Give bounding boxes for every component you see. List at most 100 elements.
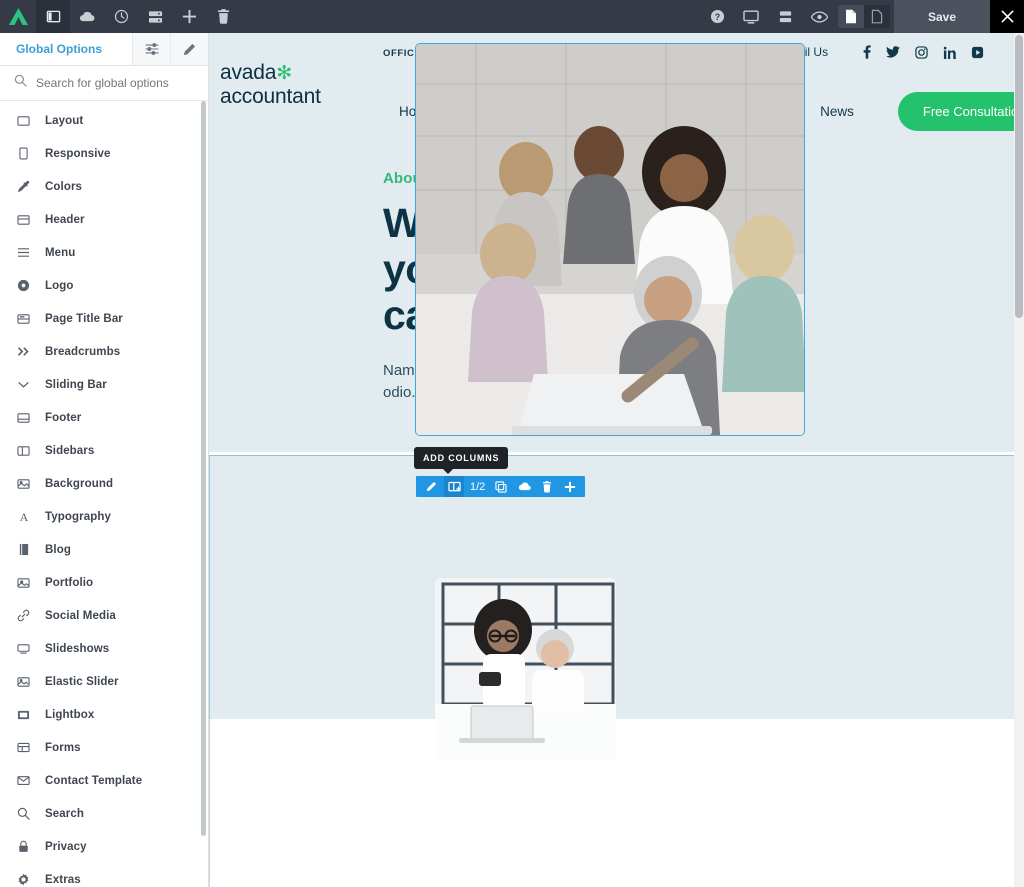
history-clock-icon[interactable] (104, 0, 138, 33)
eyedropper-icon (16, 180, 31, 193)
edit-pencil-icon[interactable] (170, 33, 208, 65)
sidebar-item-responsive[interactable]: Responsive (0, 137, 208, 170)
add-element-plus-icon[interactable] (560, 476, 580, 497)
filter-sliders-icon[interactable] (132, 33, 170, 65)
sidebar-item-lightbox[interactable]: Lightbox (0, 698, 208, 731)
sidebar-item-label: Footer (45, 411, 82, 424)
linkedin-icon[interactable] (943, 46, 956, 59)
save-button[interactable]: Save (894, 0, 990, 33)
free-consultation-button[interactable]: Free Consultation (897, 91, 1024, 131)
avada-live-builder: ? Save Global Options Search for global … (0, 0, 1024, 887)
sidebar-item-sidebars[interactable]: Sidebars (0, 434, 208, 467)
logo-line-2: accountant (220, 85, 321, 108)
page-preview-canvas: avada✻ accountant OFFICESCAREERSFAQS (55… (209, 33, 1024, 887)
forms-table-icon (16, 742, 31, 753)
photo-left[interactable] (435, 578, 616, 760)
column-ratio-label[interactable]: 1/2 (467, 481, 488, 493)
twitter-icon[interactable] (886, 46, 900, 58)
sidebar-item-breadcrumbs[interactable]: Breadcrumbs (0, 335, 208, 368)
close-icon[interactable] (990, 0, 1024, 33)
sidebar-item-social-media[interactable]: Social Media (0, 599, 208, 632)
sidebar-item-page-title-bar[interactable]: Page Title Bar (0, 302, 208, 335)
header-bar-icon (16, 214, 31, 226)
chevrons-right-icon (16, 346, 31, 357)
photo-left-image (435, 578, 616, 760)
delete-trash-icon[interactable] (537, 476, 557, 497)
sidebar-item-extras[interactable]: Extras (0, 863, 208, 887)
library-stack-icon[interactable] (138, 0, 172, 33)
sidebar-item-footer[interactable]: Footer (0, 401, 208, 434)
page-view-toggle[interactable] (838, 5, 864, 28)
clone-duplicate-icon[interactable] (491, 476, 511, 497)
envelope-icon (16, 775, 31, 786)
portfolio-grid-icon (16, 577, 31, 589)
sidebar-item-label: Blog (45, 543, 71, 556)
footer-bar-icon (16, 412, 31, 424)
sidebar-item-label: Typography (45, 510, 111, 523)
blog-book-icon (16, 543, 31, 556)
draft-view-toggle[interactable] (864, 5, 890, 28)
instagram-icon[interactable] (915, 45, 928, 59)
sidebar-item-layout[interactable]: Layout (0, 104, 208, 137)
page-title-icon (16, 313, 31, 325)
sidebar-item-menu[interactable]: Menu (0, 236, 208, 269)
trash-icon[interactable] (206, 0, 240, 33)
sidebar-header: Global Options (0, 33, 208, 66)
sidebar-item-elastic-slider[interactable]: Elastic Slider (0, 665, 208, 698)
preview-scrollbar-thumb[interactable] (1015, 35, 1023, 318)
slideshow-screen-icon (16, 643, 31, 654)
typography-a-icon: A (16, 510, 31, 523)
search-global-options[interactable] (0, 66, 208, 101)
save-to-library-icon[interactable] (514, 476, 534, 497)
nav-item-news[interactable]: News (804, 94, 870, 129)
sidebar-item-label: Portfolio (45, 576, 94, 589)
layout-blocks-icon[interactable] (768, 0, 802, 33)
cloud-save-icon[interactable] (70, 0, 104, 33)
help-question-icon[interactable]: ? (700, 0, 734, 33)
sidebar-item-contact-template[interactable]: Contact Template (0, 764, 208, 797)
sidebar-item-label: Responsive (45, 147, 111, 160)
sidebar-item-colors[interactable]: Colors (0, 170, 208, 203)
sidebar-item-header[interactable]: Header (0, 203, 208, 236)
svg-text:?: ? (714, 12, 719, 22)
sidebar-item-label: Logo (45, 279, 74, 292)
sidebar-item-label: Background (45, 477, 114, 490)
lightbox-square-icon (16, 709, 31, 721)
avada-logo-icon[interactable] (0, 0, 36, 33)
sidebar-item-list: Layout Responsive Colors Header Menu Logo Page… (0, 101, 208, 887)
sidebar-item-slideshows[interactable]: Slideshows (0, 632, 208, 665)
sidebar-item-sliding-bar[interactable]: Sliding Bar (0, 368, 208, 401)
photo-main[interactable] (415, 43, 805, 436)
edit-pencil-icon[interactable] (421, 476, 441, 497)
sidebar-item-privacy[interactable]: Privacy (0, 830, 208, 863)
sidebar-item-logo[interactable]: Logo (0, 269, 208, 302)
layout-rect-icon (16, 115, 31, 127)
sidebar-item-portfolio[interactable]: Portfolio (0, 566, 208, 599)
sidebar-item-label: Sliding Bar (45, 378, 107, 391)
panel-toggle-icon[interactable] (36, 0, 70, 33)
mobile-device-icon (16, 147, 31, 160)
gear-extras-icon (16, 873, 31, 886)
sidebar-item-blog[interactable]: Blog (0, 533, 208, 566)
global-options-sidebar: Global Options Layout Responsive Colors Hea… (0, 33, 209, 887)
sidebar-item-typography[interactable]: A Typography (0, 500, 208, 533)
logo-line-1: avada (220, 61, 277, 84)
element-toolbar: 1/2 (416, 476, 586, 497)
sidebar-item-search[interactable]: Search (0, 797, 208, 830)
sidebar-item-label: Social Media (45, 609, 116, 622)
add-plus-icon[interactable] (172, 0, 206, 33)
image-background-icon (16, 478, 31, 490)
sidebar-scrollbar[interactable] (201, 101, 206, 836)
site-logo[interactable]: avada✻ accountant (220, 61, 321, 108)
sidebar-item-label: Header (45, 213, 85, 226)
youtube-icon[interactable] (971, 46, 984, 59)
chevron-down-icon (16, 380, 31, 389)
eye-preview-icon[interactable] (802, 0, 836, 33)
sidebar-item-forms[interactable]: Forms (0, 731, 208, 764)
search-input[interactable] (36, 76, 194, 90)
desktop-preview-icon[interactable] (734, 0, 768, 33)
facebook-icon[interactable] (863, 45, 871, 59)
add-columns-icon[interactable] (444, 476, 464, 497)
lock-privacy-icon (16, 840, 31, 853)
sidebar-item-background[interactable]: Background (0, 467, 208, 500)
